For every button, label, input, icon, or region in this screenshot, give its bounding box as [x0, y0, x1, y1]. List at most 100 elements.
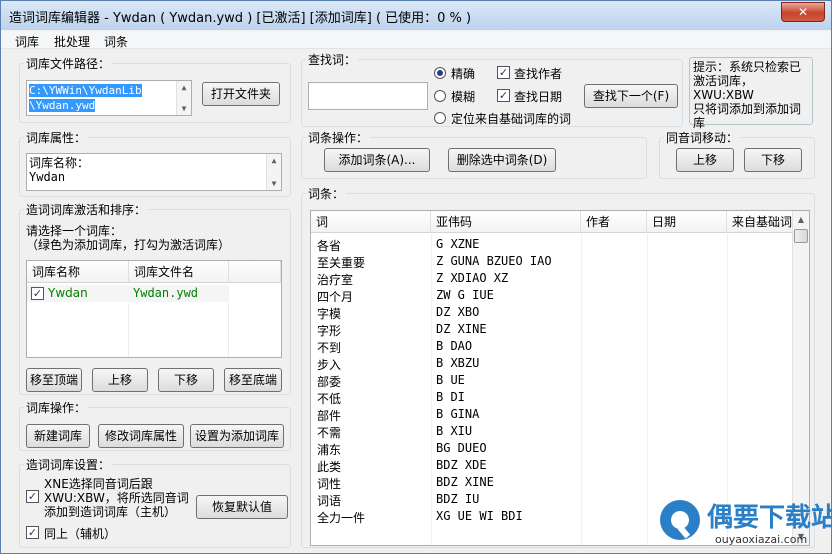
lib-props-field[interactable]: 词库名称： Ywdan ▲ ▼: [26, 153, 282, 191]
delete-entry-button[interactable]: 删除选中词条(D): [448, 148, 556, 172]
scroll-thumb[interactable]: [794, 229, 808, 243]
entry-row[interactable]: 词性 BDZ XINE: [311, 474, 793, 491]
scroll-down-icon[interactable]: ▼: [267, 179, 281, 188]
move-bottom-button[interactable]: 移至底端: [224, 368, 282, 392]
entry-row[interactable]: 步入 B XBZU: [311, 355, 793, 372]
edit-lib-props-button[interactable]: 修改词库属性: [98, 424, 184, 448]
entry-word: 全力一件: [317, 511, 366, 525]
col-date[interactable]: 日期: [647, 211, 727, 233]
add-entry-button[interactable]: 添加词条(A)...: [324, 148, 430, 172]
move-down-button[interactable]: 下移: [158, 368, 214, 392]
search-input[interactable]: [308, 82, 428, 110]
new-lib-button[interactable]: 新建词库: [26, 424, 90, 448]
homophone-down-button[interactable]: 下移: [744, 148, 802, 172]
exact-radio[interactable]: [434, 67, 446, 79]
open-folder-button[interactable]: 打开文件夹: [202, 82, 280, 106]
lib-path-field[interactable]: C:\YWWin\YwdanLib \Ywdan.ywd ▲ ▼: [26, 80, 192, 116]
lib-name-label: 词库名称：: [29, 156, 90, 170]
entry-row[interactable]: 部委 B UE: [311, 372, 793, 389]
locate-radio[interactable]: [434, 112, 446, 124]
lib-name-value: Ywdan: [29, 170, 66, 184]
search-title: 查找词：: [306, 51, 359, 68]
entry-row[interactable]: 各省 G XZNE: [311, 236, 793, 253]
logo-icon: [660, 500, 700, 540]
entry-word: 浦东: [317, 443, 342, 457]
fuzzy-radio[interactable]: [434, 90, 446, 102]
col-author[interactable]: 作者: [581, 211, 647, 233]
scroll-up-icon[interactable]: ▲: [177, 83, 191, 92]
col-divider: [581, 234, 582, 545]
search-group: 查找词： 精确 模糊 定位来自基础词库的词 ✓ 查找作者 ✓ 查找日期 查找下一…: [301, 51, 683, 127]
tip-line-4: 库: [693, 116, 706, 130]
col-empty: [229, 261, 281, 283]
watermark: 偶要下载站 ouyaoxiazai.com: [657, 493, 832, 553]
entry-word: 不需: [317, 426, 342, 440]
entry-code: B UE: [436, 373, 465, 387]
col-lib-file[interactable]: 词库文件名: [129, 261, 229, 283]
col-code[interactable]: 亚伟码: [431, 211, 581, 233]
entry-row[interactable]: 此类 BDZ XDE: [311, 457, 793, 474]
entry-code: BG DUEO: [436, 441, 487, 455]
entry-row[interactable]: 四个月 ZW G IUE: [311, 287, 793, 304]
move-up-button[interactable]: 上移: [92, 368, 148, 392]
scroll-up-icon[interactable]: ▲: [267, 156, 281, 165]
col-word[interactable]: 词: [311, 211, 431, 233]
menu-entries[interactable]: 词条: [104, 33, 128, 50]
entry-row[interactable]: 不低 B DI: [311, 389, 793, 406]
entry-word: 字形: [317, 324, 342, 338]
locate-label: 定位来自基础词库的词: [451, 112, 572, 126]
menu-library[interactable]: 词库: [15, 33, 39, 50]
entry-row[interactable]: 至关重要 Z GUNA BZUEO IAO: [311, 253, 793, 270]
lib-path-group: 词库文件路径： C:\YWWin\YwdanLib \Ywdan.ywd ▲ ▼…: [19, 55, 291, 123]
entry-word: 部件: [317, 409, 342, 423]
entry-word: 词性: [317, 477, 342, 491]
find-date-checkbox[interactable]: ✓: [497, 89, 510, 102]
find-author-label: 查找作者: [514, 67, 563, 81]
entry-row[interactable]: 浦东 BG DUEO: [311, 440, 793, 457]
entry-row[interactable]: 部件 B GINA: [311, 406, 793, 423]
entry-code: B XBZU: [436, 356, 480, 370]
menu-bar: 词库 批处理 词条: [1, 31, 831, 49]
col-lib-name[interactable]: 词库名称: [27, 261, 129, 283]
lib-active-checkbox[interactable]: ✓: [31, 287, 44, 300]
entry-word: 至关重要: [317, 256, 366, 270]
find-author-checkbox[interactable]: ✓: [497, 66, 510, 79]
lib-path-scrollbar[interactable]: ▲ ▼: [176, 81, 191, 115]
entry-row[interactable]: 治疗室 Z XDIAO XZ: [311, 270, 793, 287]
entry-row[interactable]: 字形 DZ XINE: [311, 321, 793, 338]
menu-batch[interactable]: 批处理: [54, 33, 90, 50]
lib-props-title: 词库属性：: [24, 129, 89, 146]
set-add-lib-button[interactable]: 设置为添加词库: [190, 424, 284, 448]
entry-word: 部委: [317, 375, 342, 389]
entry-code: BDZ XINE: [436, 475, 494, 489]
entry-word: 治疗室: [317, 273, 354, 287]
opt1-checkbox[interactable]: ✓: [26, 490, 39, 503]
watermark-brand: 偶要下载站: [707, 503, 832, 533]
opt1-label-3: 添加到造词词库（主机）: [44, 505, 177, 519]
lib-props-scrollbar[interactable]: ▲ ▼: [266, 154, 281, 190]
tip-line-2: 激活词库，XWU:XBW: [693, 74, 754, 102]
title-bar[interactable]: 造词词库编辑器 - Ywdan ( Ywdan.ywd ) [已激活] [添加词…: [1, 1, 831, 30]
entry-row[interactable]: 不需 B XIU: [311, 423, 793, 440]
col-divider: [431, 234, 432, 545]
move-top-button[interactable]: 移至顶端: [26, 368, 82, 392]
window-title: 造词词库编辑器 - Ywdan ( Ywdan.ywd ) [已激活] [添加词…: [9, 11, 472, 26]
opt2-checkbox[interactable]: ✓: [26, 526, 39, 539]
homophone-group: 同音词移动： 上移 下移: [659, 129, 815, 179]
lib-list[interactable]: 词库名称 词库文件名 ✓ Ywdan Ywdan.ywd: [26, 260, 282, 358]
find-next-button[interactable]: 查找下一个(F): [584, 84, 678, 108]
scroll-up-icon[interactable]: ▲: [793, 215, 809, 224]
entry-code: BDZ IU: [436, 492, 480, 506]
restore-defaults-button[interactable]: 恢复默认值: [196, 495, 288, 519]
homophone-up-button[interactable]: 上移: [676, 148, 734, 172]
entry-row[interactable]: 不到 B DAO: [311, 338, 793, 355]
lib-ops-title: 词库操作：: [24, 399, 89, 416]
entry-word: 不到: [317, 341, 342, 355]
entry-word: 不低: [317, 392, 342, 406]
col-source[interactable]: 来自基础词: [727, 211, 793, 233]
col-divider: [228, 303, 229, 357]
scroll-down-icon[interactable]: ▼: [177, 104, 191, 113]
entry-row[interactable]: 字模 DZ XBO: [311, 304, 793, 321]
lib-list-row[interactable]: ✓ Ywdan Ywdan.ywd: [27, 285, 229, 302]
close-button[interactable]: ✕: [781, 2, 825, 22]
